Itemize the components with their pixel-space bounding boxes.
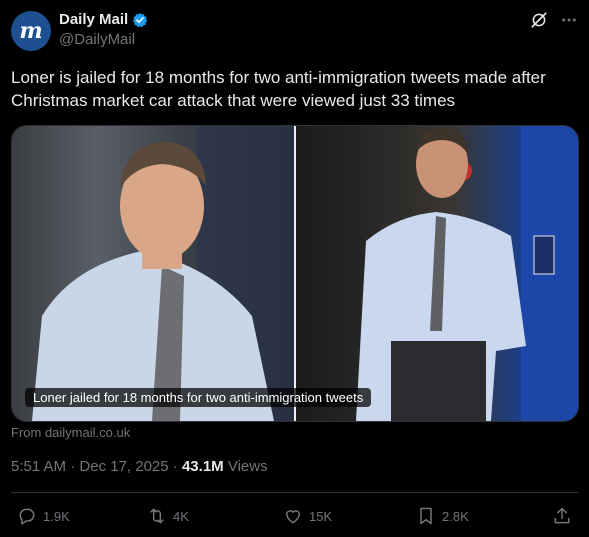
more-icon[interactable] xyxy=(560,11,578,29)
bookmark-button[interactable]: 2.8K xyxy=(416,506,469,526)
views-count: 43.1M xyxy=(181,458,224,475)
grok-icon[interactable] xyxy=(530,11,548,29)
avatar[interactable]: m xyxy=(11,11,51,51)
tweet-meta: 5:51 AM · Dec 17, 2025 · 43.1M Views xyxy=(11,458,268,475)
tweet-text: Loner is jailed for 18 months for two an… xyxy=(11,68,546,110)
reply-button[interactable]: 1.9K xyxy=(17,506,70,526)
bookmark-icon xyxy=(420,507,432,525)
meta-separator: · xyxy=(70,458,80,475)
card-source[interactable]: From dailymail.co.uk xyxy=(11,425,130,440)
man-portrait-image xyxy=(32,126,294,421)
views-label: Views xyxy=(227,458,268,475)
repost-button[interactable]: 4K xyxy=(147,506,189,526)
author-names: Daily Mail @DailyMail xyxy=(59,11,148,48)
card-photo-right xyxy=(296,126,578,421)
verified-badge-icon xyxy=(133,12,148,27)
link-card[interactable]: Loner jailed for 18 months for two anti-… xyxy=(11,125,579,422)
bookmark-count: 2.8K xyxy=(442,508,469,524)
repost-count: 4K xyxy=(173,508,189,524)
reply-count: 1.9K xyxy=(43,508,70,524)
share-icon xyxy=(554,507,570,524)
man-walking-image xyxy=(356,126,578,421)
like-icon xyxy=(286,510,300,524)
author-display-name-row[interactable]: Daily Mail xyxy=(59,11,148,28)
card-photo-left xyxy=(12,126,294,421)
card-caption: Loner jailed for 18 months for two anti-… xyxy=(25,388,372,407)
author-handle[interactable]: @DailyMail xyxy=(59,31,148,48)
action-bar: 1.9K 4K 15K 2.8K xyxy=(17,506,572,528)
tweet-date[interactable]: Dec 17, 2025 xyxy=(79,458,168,475)
repost-icon xyxy=(150,508,164,524)
share-button[interactable] xyxy=(552,506,572,526)
author-name[interactable]: Daily Mail xyxy=(59,11,128,28)
like-button[interactable]: 15K xyxy=(283,506,332,526)
divider xyxy=(11,492,578,493)
meta-separator: · xyxy=(172,458,182,475)
tweet-time[interactable]: 5:51 AM xyxy=(11,458,66,475)
tweet-header: m Daily Mail @DailyMail xyxy=(11,9,578,51)
like-count: 15K xyxy=(309,508,333,524)
reply-icon xyxy=(19,508,35,525)
